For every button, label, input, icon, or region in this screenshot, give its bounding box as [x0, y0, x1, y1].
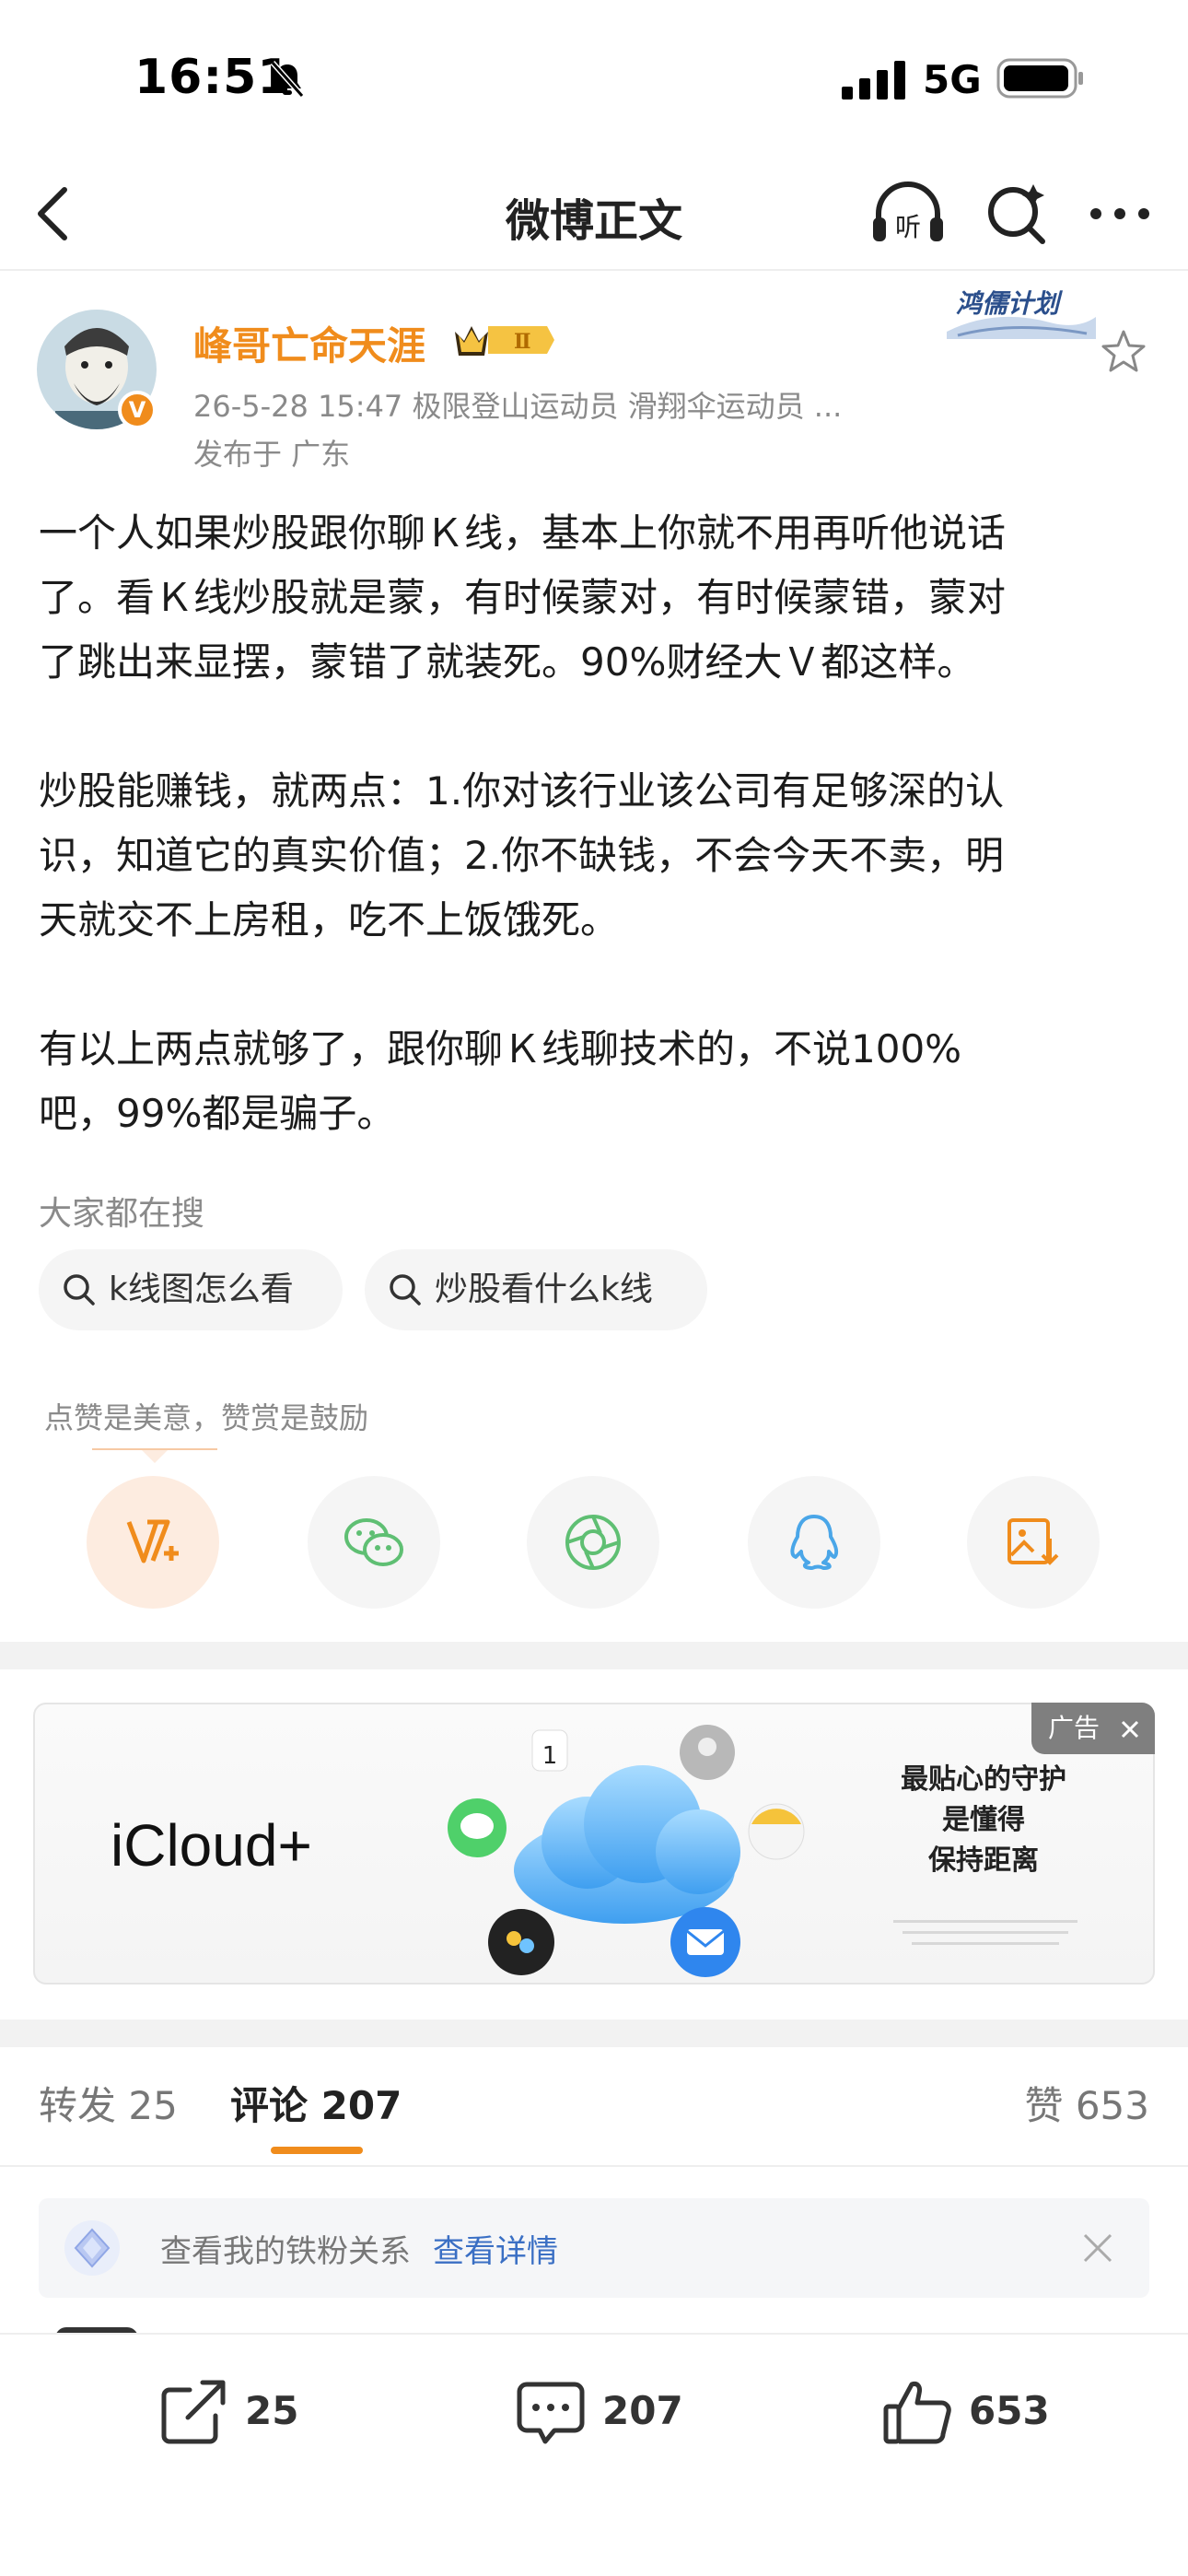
- share-qq-button[interactable]: [748, 1476, 880, 1609]
- repost-button[interactable]: 25: [157, 2375, 341, 2449]
- save-image-button[interactable]: [967, 1476, 1100, 1609]
- like-button[interactable]: 653: [880, 2375, 1083, 2449]
- tab-repost-label: 转发: [39, 2083, 117, 2128]
- ad-calendar-day: 1: [542, 1742, 558, 1770]
- fan-relation-link[interactable]: 查看详情: [433, 2226, 558, 2271]
- hot-search-chip-label: k线图怎么看: [109, 1270, 294, 1308]
- battery-icon: [996, 58, 1083, 99]
- tab-likes-label: 赞: [1024, 2083, 1064, 2128]
- campaign-badge[interactable]: 鸿儒计划: [956, 284, 1059, 321]
- ad-brand: iCloud+: [111, 1812, 312, 1879]
- cloud-illustration-icon: 1: [448, 1725, 805, 1977]
- close-icon[interactable]: [1120, 1719, 1140, 1739]
- post-line: 了。看Ｋ线炒股就是蒙，有时候蒙对，有时候蒙错，蒙对: [39, 575, 1007, 620]
- tab-likes-count: 653: [1075, 2083, 1149, 2128]
- post-line: 一个人如果炒股跟你聊Ｋ线，基本上你就不用再听他说话: [39, 510, 1007, 556]
- tab-comment-label: 评论: [230, 2083, 309, 2128]
- ad-banner[interactable]: iCloud+ 1 最贴心的守护 是懂得 保持距离: [33, 1703, 1155, 1985]
- comment-count: 207: [602, 2388, 683, 2433]
- author-name[interactable]: 峰哥亡命天涯: [193, 315, 425, 371]
- ad-slogan-line: 保持距离: [928, 1844, 1039, 1877]
- reward-icon: [126, 1519, 179, 1563]
- repost-icon: [161, 2380, 226, 2444]
- hot-search-chip[interactable]: 炒股看什么k线: [365, 1249, 707, 1330]
- fan-relation-bar[interactable]: 查看我的铁粉关系 查看详情: [39, 2198, 1149, 2298]
- qq-icon: [790, 1515, 839, 1570]
- tab-comment[interactable]: 评论 207: [230, 2075, 402, 2131]
- listen-label: 听: [895, 212, 921, 242]
- section-divider: [0, 1642, 1188, 1669]
- comment-icon: [517, 2382, 585, 2444]
- post-line: 炒股能赚钱，就两点：1.你对该行业该公司有足够深的认: [39, 768, 1005, 814]
- more-icon[interactable]: [1083, 177, 1157, 251]
- section-divider: [0, 2020, 1188, 2047]
- post-line: 吧，99%都是骗子。: [39, 1091, 396, 1136]
- interaction-tabs: 转发 25 评论 207 赞 653: [0, 2047, 1188, 2167]
- network-type: 5G: [923, 57, 982, 102]
- tab-comment-count: 207: [320, 2083, 402, 2128]
- thumbs-up-icon: [883, 2382, 951, 2444]
- ad-tag[interactable]: 广告: [1031, 1703, 1155, 1754]
- pointer-arrow-icon: [142, 1450, 168, 1463]
- bottom-action-bar: 25 207 653: [0, 2333, 1188, 2576]
- verified-badge: V: [118, 391, 157, 429]
- hot-search-chip[interactable]: k线图怎么看: [39, 1249, 343, 1330]
- ad-tag-label: 广告: [1048, 1713, 1101, 1743]
- reward-button[interactable]: [87, 1476, 219, 1609]
- share-moments-button[interactable]: [527, 1476, 659, 1609]
- tab-repost-count: 25: [128, 2083, 178, 2128]
- crown-level-icon: Ⅱ: [455, 326, 554, 356]
- listen-icon[interactable]: 听: [869, 177, 947, 251]
- level-badge: Ⅱ: [514, 330, 531, 354]
- status-bar: 16:51 5G: [0, 0, 1188, 157]
- repost-count: 25: [245, 2388, 299, 2433]
- search-icon: [390, 1274, 421, 1306]
- post-meta: 26-5-28 15:47 极限登山运动员 滑翔伞运动员 ...: [193, 389, 843, 424]
- share-wechat-button[interactable]: [308, 1476, 440, 1609]
- tab-likes[interactable]: 赞 653: [1024, 2075, 1149, 2131]
- ad-slogan-line: 最贴心的守护: [901, 1763, 1066, 1796]
- tab-repost[interactable]: 转发 25: [39, 2075, 178, 2131]
- post-line: 识，知道它的真实价值；2.你不缺钱，不会今天不卖，明: [39, 833, 1005, 878]
- search-icon: [64, 1274, 95, 1306]
- nav-bar: 微博正文 听: [0, 157, 1188, 271]
- comment-button[interactable]: 207: [514, 2375, 716, 2449]
- star-icon[interactable]: [1100, 328, 1147, 376]
- ad-slogan-line: 是懂得: [942, 1804, 1025, 1836]
- author-header: V 峰哥亡命天涯 Ⅱ 鸿儒计划 26-5-28 15:47 极限登山运动员 滑翔…: [0, 271, 1188, 492]
- post-body: 一个人如果炒股跟你聊Ｋ线，基本上你就不用再听他说话 了。看Ｋ线炒股就是蒙，有时候…: [39, 501, 1153, 1146]
- post-line: 有以上两点就够了，跟你聊Ｋ线聊技术的，不说100%: [39, 1026, 962, 1071]
- search-icon[interactable]: [982, 177, 1052, 251]
- bell-off-icon: [270, 61, 305, 98]
- ad-fine-print: [893, 1920, 1077, 1945]
- post-line: 天就交不上房租，吃不上饭饿死。: [39, 897, 620, 943]
- wechat-icon: [344, 1518, 403, 1566]
- moments-icon: [565, 1515, 621, 1570]
- like-count: 653: [969, 2388, 1050, 2433]
- save-image-icon: [1007, 1518, 1059, 1565]
- hot-search-chip-label: 炒股看什么k线: [435, 1270, 653, 1308]
- diamond-fan-icon: [64, 2220, 120, 2276]
- active-tab-indicator: [271, 2147, 363, 2154]
- close-icon[interactable]: [1079, 2230, 1116, 2266]
- post-location: 发布于 广东: [193, 437, 351, 472]
- reward-hint: 点赞是美意，赞赏是鼓励: [44, 1400, 369, 1435]
- post-line: 了跳出来显摆，蒙错了就装死。90%财经大Ｖ都这样。: [39, 639, 976, 685]
- signal-icon: [842, 61, 905, 100]
- hot-search-title: 大家都在搜: [39, 1195, 205, 1233]
- fan-relation-text: 查看我的铁粉关系: [160, 2233, 411, 2270]
